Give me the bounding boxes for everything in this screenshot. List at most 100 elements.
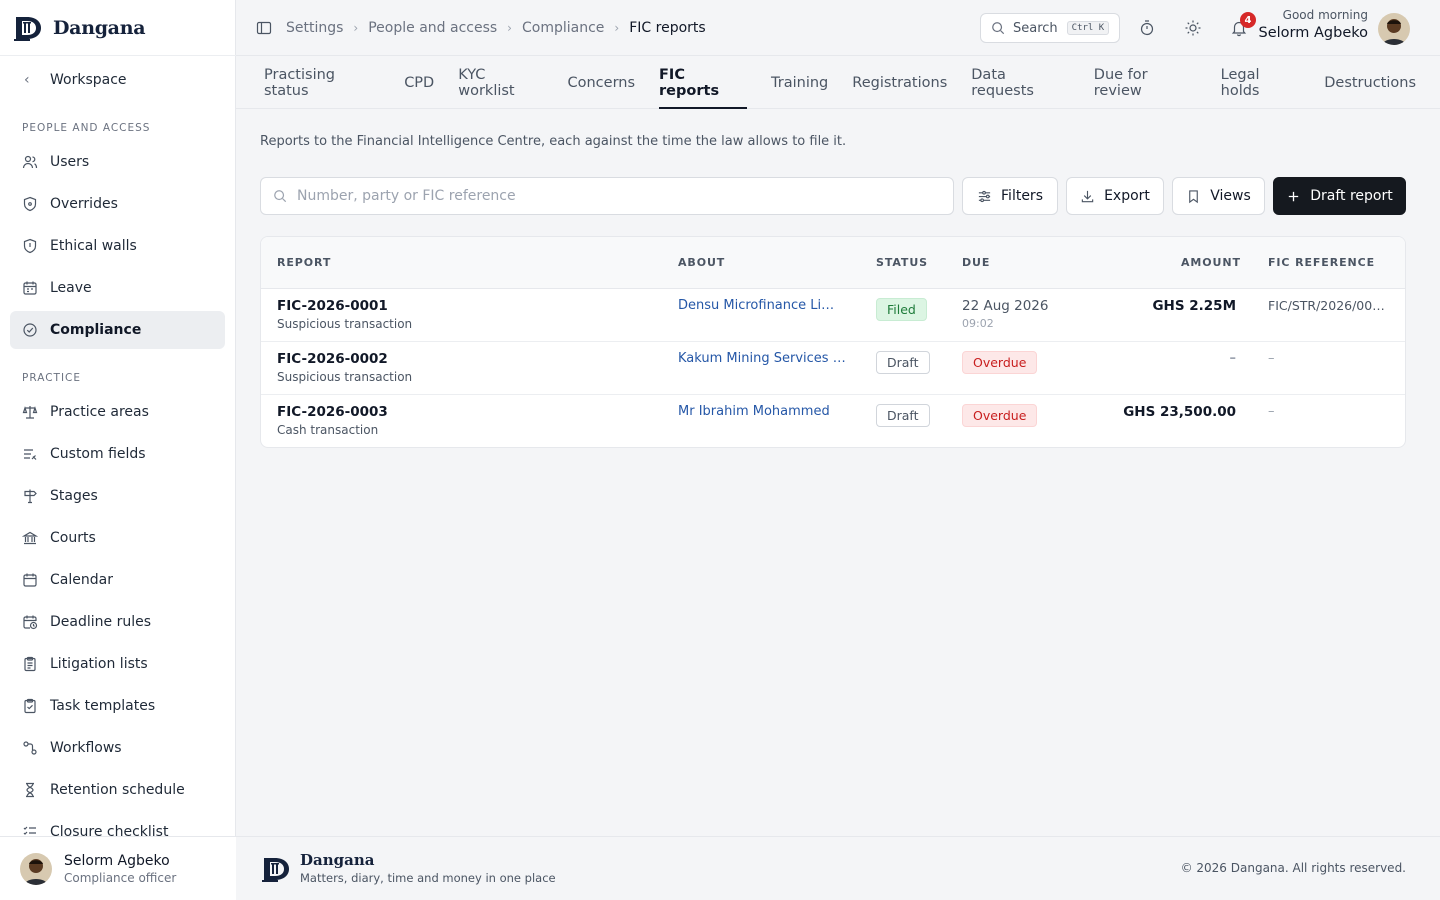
report-type: Suspicious transaction xyxy=(277,317,413,331)
breadcrumb: Settings › People and access › Complianc… xyxy=(286,0,706,56)
table-row[interactable]: FIC-2026-0003 Cash transaction Mr Ibrahi… xyxy=(261,395,1405,447)
sidebar-user-name: Selorm Agbeko xyxy=(64,852,170,869)
draft-report-button-label: Draft report xyxy=(1310,188,1393,204)
sidebar-item-label: Compliance xyxy=(50,322,142,338)
timer-icon[interactable] xyxy=(1138,19,1156,37)
user-greeting[interactable]: Good morning Selorm Agbeko xyxy=(1259,8,1368,41)
due-date: 22 Aug 2026 xyxy=(962,298,1049,314)
report-number[interactable]: FIC-2026-0001 xyxy=(277,298,412,314)
dangana-logo-icon xyxy=(14,16,41,41)
sidebar-item-retention-schedule[interactable]: Retention schedule xyxy=(10,771,225,809)
footer-tagline: Matters, diary, time and money in one pl… xyxy=(300,871,556,885)
sidebar-item-litigation-lists[interactable]: Litigation lists xyxy=(10,645,225,683)
header-user-name: Selorm Agbeko xyxy=(1258,25,1368,41)
back-link-label: Workspace xyxy=(50,72,127,88)
sun-icon[interactable] xyxy=(1184,19,1202,37)
filters-button[interactable]: Filters xyxy=(962,177,1058,215)
sidebar-item-workflows[interactable]: Workflows xyxy=(10,729,225,767)
about-party-link[interactable]: Kakum Mining Services Li... xyxy=(678,351,846,366)
sidebar-item-compliance[interactable]: Compliance xyxy=(10,311,225,349)
tab-due-for-review[interactable]: Due for review xyxy=(1094,56,1197,109)
breadcrumb-compliance[interactable]: Compliance xyxy=(522,20,604,36)
sidebar-item-label: Calendar xyxy=(50,572,113,588)
sidebar-toggle-icon[interactable] xyxy=(256,20,272,36)
fic-reports-table: REPORT ABOUT STATUS DUE AMOUNT FIC REFER… xyxy=(260,236,1406,448)
sidebar-item-label: Stages xyxy=(50,488,98,504)
global-search-button[interactable]: Search Ctrl K xyxy=(980,13,1120,43)
report-search-field[interactable] xyxy=(260,177,954,215)
tab-kyc-worklist[interactable]: KYC worklist xyxy=(458,56,543,109)
breadcrumb-people-and-access[interactable]: People and access xyxy=(368,20,497,36)
report-number[interactable]: FIC-2026-0003 xyxy=(277,404,388,420)
back-to-workspace-link[interactable]: ‹ Workspace xyxy=(10,64,225,96)
overdue-badge: Overdue xyxy=(962,404,1038,427)
search-icon xyxy=(274,190,287,203)
plus-icon xyxy=(1289,191,1299,201)
sidebar-item-calendar[interactable]: Calendar xyxy=(10,561,225,599)
check-circle-icon xyxy=(23,323,37,337)
chevron-right-icon: › xyxy=(507,21,512,35)
sidebar-item-label: Deadline rules xyxy=(50,614,152,630)
table-row[interactable]: FIC-2026-0002 Suspicious transaction Kak… xyxy=(261,342,1405,395)
sidebar-item-task-templates[interactable]: Task templates xyxy=(10,687,225,725)
tab-data-requests[interactable]: Data requests xyxy=(971,56,1070,109)
sidebar-item-label: Leave xyxy=(50,280,92,296)
sidebar-item-stages[interactable]: Stages xyxy=(10,477,225,515)
due-time: 09:02 xyxy=(962,317,994,330)
sidebar-item-closure-checklist[interactable]: Closure checklist xyxy=(10,813,225,836)
sidebar-item-practice-areas[interactable]: Practice areas xyxy=(10,393,225,431)
sidebar-item-courts[interactable]: Courts xyxy=(10,519,225,557)
sidebar-item-leave[interactable]: Leave xyxy=(10,269,225,307)
export-button[interactable]: Export xyxy=(1066,177,1164,215)
tab-fic-reports[interactable]: FIC reports xyxy=(659,56,748,109)
draft-report-button[interactable]: Draft report xyxy=(1273,177,1406,215)
sidebar-item-custom-fields[interactable]: Custom fields xyxy=(10,435,225,473)
table-row[interactable]: FIC-2026-0001 Suspicious transaction Den… xyxy=(261,289,1405,342)
shield-icon xyxy=(23,196,37,212)
amount: – xyxy=(1229,351,1237,366)
report-number[interactable]: FIC-2026-0002 xyxy=(277,351,412,367)
column-header-fic-reference[interactable]: FIC REFERENCE xyxy=(1268,256,1375,269)
status-badge: Draft xyxy=(876,404,930,427)
sidebar-item-label: Practice areas xyxy=(50,404,149,420)
breadcrumb-current: FIC reports xyxy=(629,20,706,36)
bookmark-icon xyxy=(1189,189,1199,203)
views-button[interactable]: Views xyxy=(1172,177,1265,215)
sidebar-item-ethical-walls[interactable]: Ethical walls xyxy=(10,227,225,265)
avatar[interactable] xyxy=(1378,13,1410,45)
tab-destructions[interactable]: Destructions xyxy=(1324,56,1416,109)
tab-legal-holds[interactable]: Legal holds xyxy=(1221,56,1301,109)
about-party-link[interactable]: Densu Microfinance Limit... xyxy=(678,298,846,313)
tab-practising-status[interactable]: Practising status xyxy=(264,56,380,109)
column-header-report[interactable]: REPORT xyxy=(277,256,331,269)
tab-registrations[interactable]: Registrations xyxy=(852,56,947,109)
breadcrumb-settings[interactable]: Settings xyxy=(286,20,343,36)
tab-concerns[interactable]: Concerns xyxy=(568,56,636,109)
column-header-about[interactable]: ABOUT xyxy=(678,256,725,269)
column-header-due[interactable]: DUE xyxy=(962,256,990,269)
column-header-status[interactable]: STATUS xyxy=(876,256,928,269)
sidebar-item-deadline-rules[interactable]: Deadline rules xyxy=(10,603,225,641)
status-badge: Filed xyxy=(876,298,927,321)
sidebar-item-label: Workflows xyxy=(50,740,122,756)
sidebar-item-overrides[interactable]: Overrides xyxy=(10,185,225,223)
footer-brand-name: Dangana xyxy=(300,851,375,869)
sidebar-item-label: Custom fields xyxy=(50,446,146,462)
sidebar-nav[interactable]: Dangana ‹ Workspace PEOPLE AND ACCESS Us… xyxy=(0,0,236,836)
sidebar-item-users[interactable]: Users xyxy=(10,143,225,181)
global-search-label: Search xyxy=(1013,20,1058,36)
calendar-clock-icon xyxy=(23,615,38,630)
views-button-label: Views xyxy=(1210,188,1251,204)
tab-training[interactable]: Training xyxy=(771,56,828,109)
filters-button-label: Filters xyxy=(1001,188,1043,204)
column-header-amount[interactable]: AMOUNT xyxy=(1181,256,1241,269)
sidebar-user-card[interactable]: Selorm Agbeko Compliance officer xyxy=(0,836,236,900)
about-party-link[interactable]: Mr Ibrahim Mohammed xyxy=(678,404,846,419)
report-search-input[interactable] xyxy=(297,188,937,204)
tab-cpd[interactable]: CPD xyxy=(404,56,434,109)
section-label-people-and-access: PEOPLE AND ACCESS xyxy=(22,122,151,134)
brand[interactable]: Dangana xyxy=(0,0,236,56)
checklist-icon xyxy=(23,826,36,835)
download-icon xyxy=(1081,190,1094,202)
workflow-icon xyxy=(23,741,37,755)
